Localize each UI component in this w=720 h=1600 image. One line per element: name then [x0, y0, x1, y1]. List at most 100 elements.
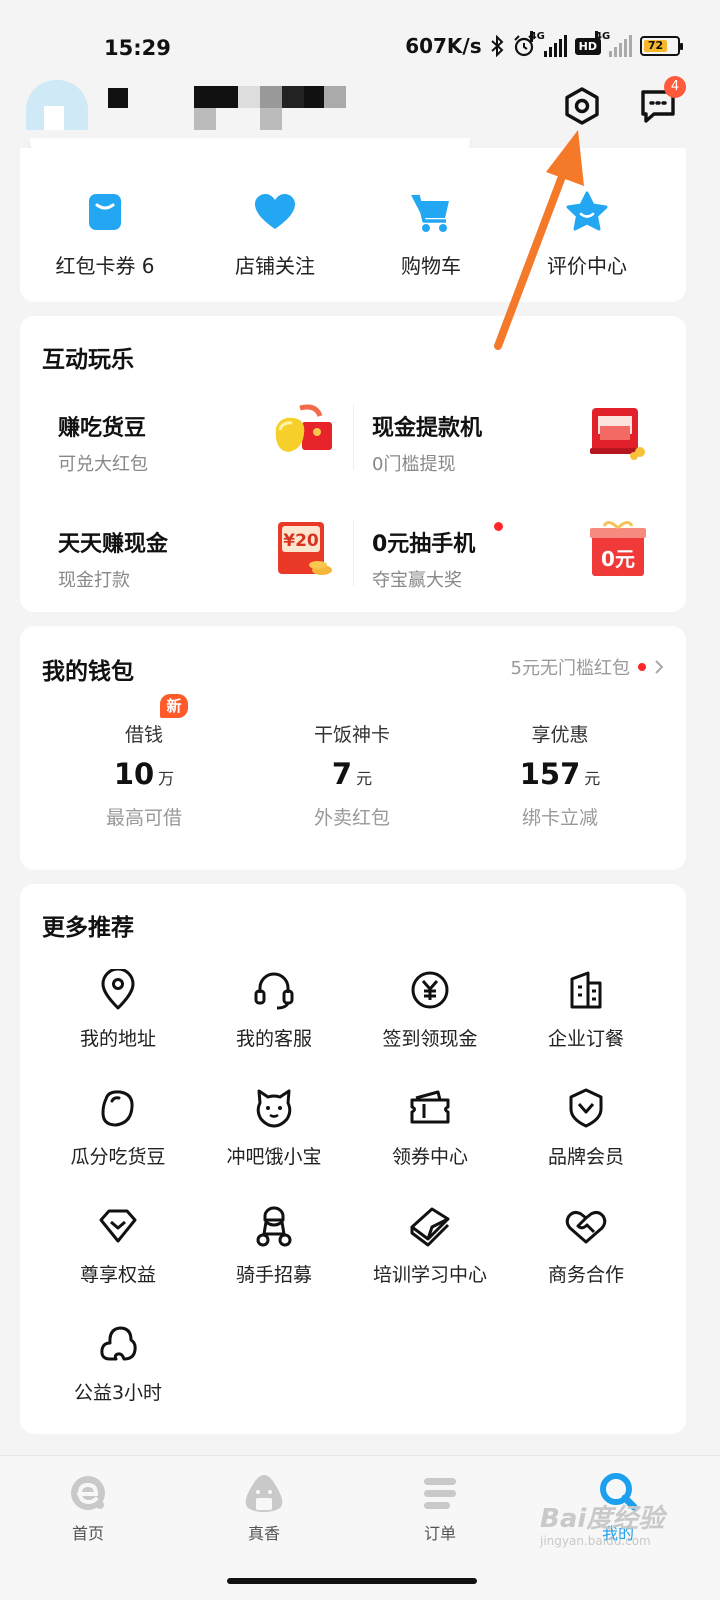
book-icon [410, 1207, 450, 1247]
asset-label: 店铺关注 [235, 254, 315, 278]
battery-level: 72 [644, 40, 668, 52]
more-item-training[interactable]: 培训学习中心 [352, 1204, 508, 1287]
fun-item-subtitle: 可兑大红包 [58, 454, 148, 475]
wallet-item-loan[interactable]: 借钱 10 万 最高可借 [54, 720, 234, 830]
username-redacted[interactable] [108, 86, 348, 130]
more-item-label: 培训学习中心 [372, 1264, 487, 1286]
message-button[interactable]: 4 [636, 76, 686, 128]
more-item-service[interactable]: 我的客服 [196, 968, 352, 1051]
fun-item-win-phone[interactable]: 0元抽手机 夺宝赢大奖 0元 [354, 518, 654, 608]
wallet-item-value: 157 [519, 757, 581, 791]
avatar[interactable] [26, 80, 88, 130]
more-item-address[interactable]: 我的地址 [40, 968, 196, 1051]
more-item-checkin[interactable]: 签到领现金 [352, 968, 508, 1051]
status-time: 15:29 [104, 36, 171, 60]
more-card: 更多推荐 我的地址 我的客服 签到领现金 企业订餐 瓜分吃货豆 冲吧饿小宝 领券… [20, 884, 686, 1434]
fun-card: 互动玩乐 赚吃货豆 可兑大红包 现金提款机 0门槛提现 天天赚现金 现金打款 ¥… [20, 316, 686, 612]
cloud-icon [100, 1326, 137, 1361]
ticket-icon [410, 1090, 450, 1124]
more-item-mascot[interactable]: 冲吧饿小宝 [196, 1086, 352, 1169]
wallet-item-meal-card[interactable]: 干饭神卡 7元 外卖红包 [262, 720, 442, 830]
watermark-url: jingyan.baidu.com [540, 1534, 651, 1548]
asset-label: 红包卡券 6 [55, 254, 155, 278]
more-item-rider-recruit[interactable]: 骑手招募 [196, 1204, 352, 1287]
signal-icon: 4G [529, 31, 567, 57]
fun-item-title: 现金提款机 [372, 416, 483, 441]
cash-pic-text: ¥20 [283, 531, 319, 551]
brand-shield-icon [569, 1088, 603, 1128]
more-item-charity[interactable]: 公益3小时 [40, 1322, 196, 1405]
beans-redpacket-icon [275, 404, 332, 452]
onigiri-icon [245, 1475, 283, 1512]
fun-item-subtitle: 现金打款 [58, 570, 130, 591]
nav-home[interactable]: 首页 [28, 1470, 148, 1544]
atm-icon [590, 408, 645, 460]
fun-item-title: 0元抽手机 [372, 532, 476, 557]
list-icon [424, 1478, 456, 1509]
fun-item-daily-cash[interactable]: 天天赚现金 现金打款 ¥20 [40, 518, 340, 608]
wallet-item-unit: 元 [584, 769, 601, 788]
cash-20-icon: ¥20 [278, 522, 332, 575]
home-indicator[interactable] [227, 1578, 477, 1584]
fun-item-title: 赚吃货豆 [58, 416, 147, 441]
wallet-item-sub: 最高可借 [105, 807, 182, 829]
wallet-card: 我的钱包 5元无门槛红包 新 借钱 10 万 最高可借 干饭神卡 7元 外卖红包 … [20, 626, 686, 870]
wallet-item-value: 10 [113, 757, 155, 791]
more-item-label: 品牌会员 [547, 1146, 624, 1168]
status-icons: 607K/s 4G HD 4G 72 [405, 31, 683, 58]
fun-item-atm[interactable]: 现金提款机 0门槛提现 [354, 402, 654, 492]
new-badge: 新 [160, 694, 188, 718]
more-item-brand-member[interactable]: 品牌会员 [508, 1086, 664, 1169]
more-item-label: 冲吧饿小宝 [226, 1146, 322, 1168]
bean-icon [101, 1090, 134, 1127]
asset-following-shops[interactable]: 店铺关注 [192, 188, 358, 279]
home-e-icon [71, 1476, 105, 1510]
more-item-label: 领券中心 [391, 1146, 468, 1168]
watermark: Bai度经验 [540, 1504, 665, 1534]
gift-0-icon: 0元 [590, 521, 646, 576]
more-item-label: 瓜分吃货豆 [70, 1146, 166, 1168]
cat-icon [256, 1089, 292, 1128]
asset-coupons[interactable]: 红包卡券 6 [22, 188, 188, 279]
location-icon [101, 969, 135, 1010]
more-item-label: 公益3小时 [73, 1382, 163, 1404]
wallet-item-sub: 绑卡立减 [521, 807, 598, 829]
fun-item-subtitle: 0门槛提现 [372, 454, 456, 475]
wallet-item-name: 借钱 [124, 724, 163, 746]
bluetooth-icon [490, 35, 504, 57]
more-item-label: 我的客服 [235, 1028, 312, 1050]
wallet-promo-link[interactable]: 5元无门槛红包 [511, 654, 664, 680]
fun-item-earn-beans[interactable]: 赚吃货豆 可兑大红包 [40, 402, 340, 492]
more-item-label: 尊享权益 [79, 1264, 156, 1286]
more-item-benefits[interactable]: 尊享权益 [40, 1204, 196, 1287]
rider-icon [256, 1206, 292, 1247]
status-bar: 15:29 607K/s 4G HD 4G 72 [0, 0, 720, 80]
nav-label: 订单 [423, 1524, 456, 1543]
diamond-icon [99, 1209, 137, 1243]
more-item-label: 我的地址 [79, 1028, 156, 1050]
nav-label: 真香 [247, 1524, 280, 1543]
wallet-item-name: 干饭神卡 [313, 724, 390, 746]
wallet-item-discount[interactable]: 享优惠 157 元 绑卡立减 [470, 720, 650, 830]
more-item-enterprise[interactable]: 企业订餐 [508, 968, 664, 1051]
battery-icon: 72 [640, 36, 683, 56]
message-badge: 4 [664, 76, 686, 98]
gift-pic-text: 0元 [601, 547, 635, 571]
wallet-promo-text: 5元无门槛红包 [510, 658, 630, 679]
wallet-item-sub: 外卖红包 [313, 807, 390, 829]
more-item-label: 签到领现金 [382, 1028, 478, 1050]
more-item-business[interactable]: 商务合作 [508, 1204, 664, 1287]
yen-icon [411, 971, 449, 1009]
promo-dot [638, 663, 646, 671]
nav-zhenxiang[interactable]: 真香 [204, 1470, 324, 1544]
fun-item-title: 天天赚现金 [58, 532, 169, 557]
fun-item-subtitle: 夺宝赢大奖 [372, 570, 462, 591]
chevron-right-icon [655, 660, 664, 674]
more-item-split-beans[interactable]: 瓜分吃货豆 [40, 1086, 196, 1169]
heart-icon [255, 194, 295, 229]
more-item-coupon-center[interactable]: 领券中心 [352, 1086, 508, 1169]
more-item-label: 骑手招募 [235, 1264, 312, 1286]
nav-orders[interactable]: 订单 [380, 1470, 500, 1544]
more-title: 更多推荐 [42, 915, 134, 941]
signal1-type: 4G [529, 31, 545, 42]
